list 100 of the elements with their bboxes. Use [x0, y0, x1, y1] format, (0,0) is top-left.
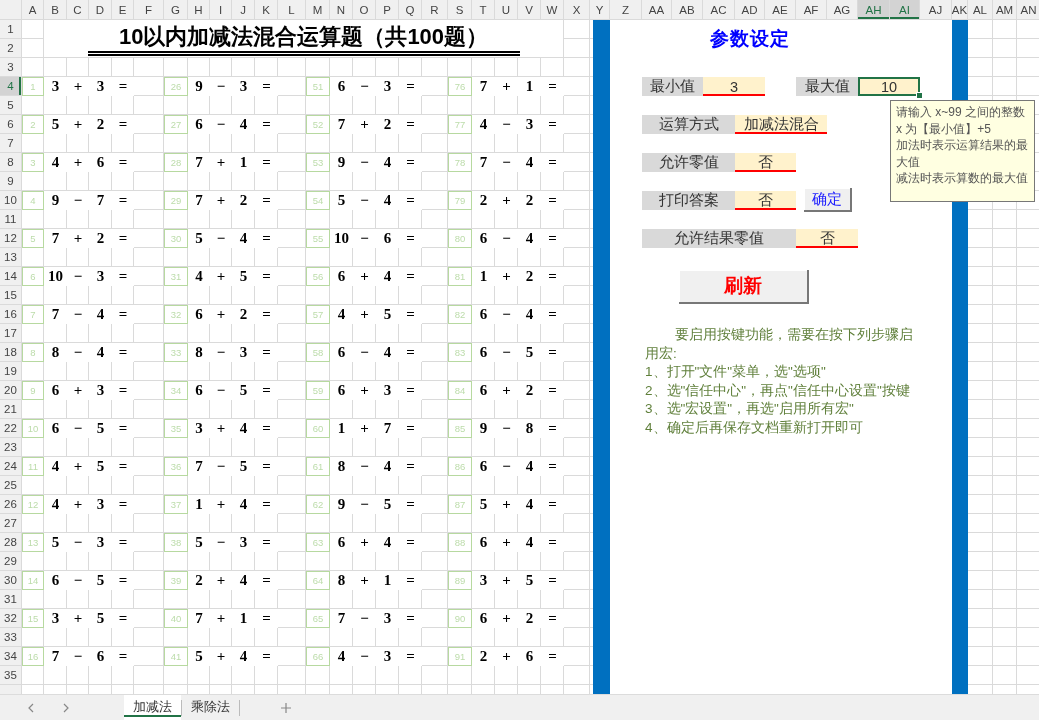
operand: 8 [188, 343, 210, 362]
equals-sign: = [399, 191, 422, 210]
operand: 6 [472, 343, 495, 362]
problem-number: 38 [164, 533, 188, 552]
equals-sign: = [255, 343, 278, 362]
operator: − [210, 115, 232, 134]
plus-icon[interactable] [280, 701, 292, 714]
instruction-step: 1、打开"文件"菜单，选"选项" [645, 363, 826, 382]
confirm-button[interactable]: 确定 [804, 188, 852, 212]
field-label: 允许结果零值 [642, 229, 796, 248]
problem-number: 55 [306, 229, 330, 248]
problem-number: 29 [164, 191, 188, 210]
column-header[interactable]: AI [890, 0, 919, 19]
equals-sign: = [255, 571, 278, 590]
operand: 3 [232, 77, 255, 96]
operator: − [353, 153, 376, 172]
problem-number: 81 [448, 267, 472, 286]
operand: 4 [518, 495, 541, 514]
problem-number: 51 [306, 77, 330, 96]
equals-sign: = [541, 457, 564, 476]
operand: 4 [376, 343, 399, 362]
field-value[interactable]: 否 [735, 153, 796, 172]
operand: 4 [518, 457, 541, 476]
operator: − [67, 571, 89, 590]
column-header[interactable]: AH [858, 0, 889, 19]
problem-number: 52 [306, 115, 330, 134]
equals-sign: = [541, 609, 564, 628]
operand: 5 [376, 495, 399, 514]
equals-sign: = [399, 381, 422, 400]
operand: 5 [232, 381, 255, 400]
problem-number: 7 [22, 305, 44, 324]
operand: 1 [376, 571, 399, 590]
operand: 1 [330, 419, 353, 438]
problem-number: 63 [306, 533, 330, 552]
operand: 3 [376, 647, 399, 666]
sheet-tab[interactable]: 乘除法 [182, 695, 239, 720]
operator: − [67, 191, 89, 210]
problem-number: 60 [306, 419, 330, 438]
operand: 5 [188, 229, 210, 248]
equals-sign: = [541, 77, 564, 96]
equals-sign: = [112, 419, 134, 438]
operand: 7 [330, 115, 353, 134]
problem-number: 86 [448, 457, 472, 476]
operand: 2 [472, 191, 495, 210]
problem-number: 12 [22, 495, 44, 514]
problem-number: 59 [306, 381, 330, 400]
problem-number: 82 [448, 305, 472, 324]
problem-number: 9 [22, 381, 44, 400]
equals-sign: = [541, 115, 564, 134]
field-value[interactable]: 10 [858, 77, 920, 96]
operand: 4 [518, 229, 541, 248]
operand: 1 [232, 609, 255, 628]
operand: 7 [44, 305, 67, 324]
problem-number: 14 [22, 571, 44, 590]
field-value[interactable]: 3 [703, 77, 765, 96]
operand: 6 [188, 381, 210, 400]
field-value[interactable]: 否 [735, 191, 796, 210]
equals-sign: = [541, 571, 564, 590]
operand: 3 [89, 533, 112, 552]
field-value[interactable]: 加减法混合 [735, 115, 827, 134]
operand: 6 [472, 229, 495, 248]
equals-sign: = [112, 305, 134, 324]
operand: 2 [232, 191, 255, 210]
operand: 5 [232, 267, 255, 286]
panel-title: 参数设定 [710, 27, 790, 51]
operand: 9 [188, 77, 210, 96]
sheet-tab[interactable]: 加减法 [124, 695, 181, 720]
problem-number: 66 [306, 647, 330, 666]
equals-sign: = [255, 153, 278, 172]
equals-sign: = [399, 533, 422, 552]
operand: 7 [44, 647, 67, 666]
problem-number: 39 [164, 571, 188, 590]
operand: 6 [472, 457, 495, 476]
operator: + [210, 419, 232, 438]
operator: − [67, 305, 89, 324]
operator: − [210, 381, 232, 400]
field-label: 最小值 [642, 77, 703, 96]
operator: − [67, 533, 89, 552]
problem-number: 76 [448, 77, 472, 96]
row-header[interactable]: 4 [0, 77, 21, 95]
operator: + [353, 533, 376, 552]
problem-number: 57 [306, 305, 330, 324]
field-value[interactable]: 否 [796, 229, 858, 248]
operand: 4 [89, 343, 112, 362]
instruction-step: 2、选"信任中心"，再点"信任中心设置"按键 [645, 381, 910, 400]
equals-sign: = [541, 419, 564, 438]
operator: + [495, 571, 518, 590]
operand: 5 [330, 191, 353, 210]
equals-sign: = [541, 153, 564, 172]
problem-number: 34 [164, 381, 188, 400]
operand: 4 [518, 533, 541, 552]
problem-number: 26 [164, 77, 188, 96]
operator: − [353, 77, 376, 96]
operator: − [210, 343, 232, 362]
equals-sign: = [112, 267, 134, 286]
equals-sign: = [255, 77, 278, 96]
equals-sign: = [112, 495, 134, 514]
operand: 4 [232, 419, 255, 438]
refresh-button[interactable]: 刷新 [679, 270, 809, 304]
equals-sign: = [399, 495, 422, 514]
